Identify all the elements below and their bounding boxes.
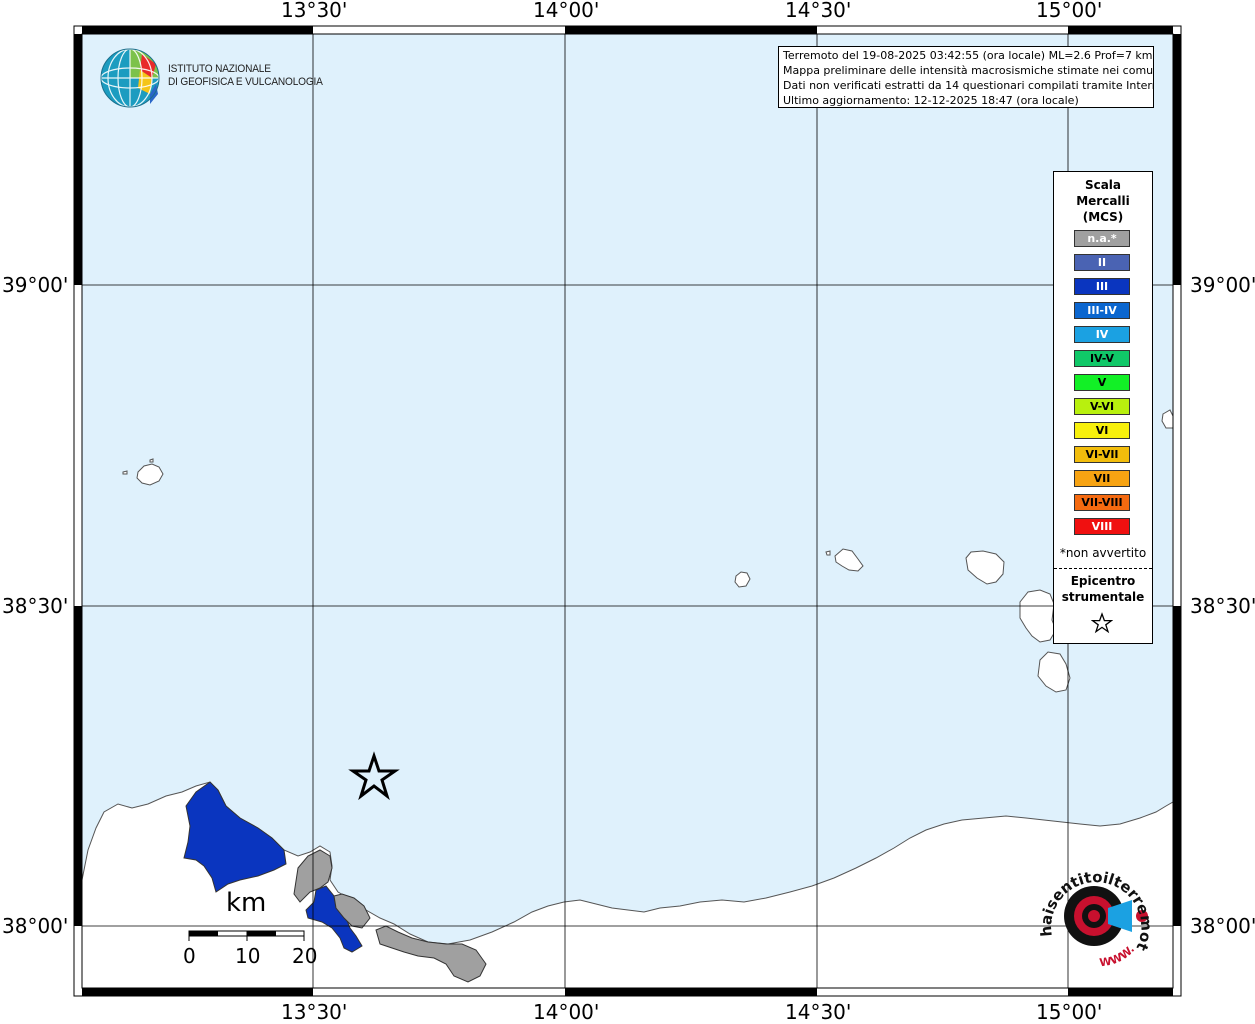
legend-epicenter-line1: Epicentro bbox=[1070, 574, 1136, 588]
legend-item-v-vi: V-VI bbox=[1074, 398, 1130, 415]
info-line-4: Ultimo aggiornamento: 12-12-2025 18:47 (… bbox=[783, 94, 1079, 107]
legend-divider bbox=[1054, 568, 1152, 569]
islet-west bbox=[122, 470, 128, 475]
legend-item-v: V bbox=[1074, 374, 1130, 391]
legend-title: Scala Mercalli (MCS) bbox=[1054, 177, 1152, 225]
legend-item-vi: VI bbox=[1074, 422, 1130, 439]
legend-item-vi-vii: VI-VII bbox=[1074, 446, 1130, 463]
lon-label-bottom-3: 14°30' bbox=[785, 1000, 852, 1024]
ingv-name-line2: DI GEOFISICA E VULCANOLOGIA bbox=[168, 76, 323, 88]
lon-label-top-4: 15°00' bbox=[1036, 0, 1103, 22]
ingv-name-line1: ISTITUTO NAZIONALE bbox=[168, 63, 271, 75]
ingv-globe-icon bbox=[100, 48, 160, 108]
legend-item-vii-viii: VII-VIII bbox=[1074, 494, 1130, 511]
ingv-name: ISTITUTO NAZIONALE DI GEOFISICA E VULCAN… bbox=[168, 63, 323, 89]
lon-label-bottom-2: 14°00' bbox=[533, 1000, 600, 1024]
legend-item-vii: VII bbox=[1074, 470, 1130, 487]
lat-label-left-3: 38°00' bbox=[2, 914, 69, 938]
legend-title-line3: (MCS) bbox=[1082, 210, 1124, 224]
legend-item-iv: IV bbox=[1074, 326, 1130, 343]
legend-item-iii-iv: III-IV bbox=[1074, 302, 1130, 319]
scale-bar-tick-10: 10 bbox=[235, 944, 261, 968]
lon-label-top-1: 13°30' bbox=[281, 0, 348, 22]
legend-item-n-a: n.a.* bbox=[1074, 230, 1130, 247]
islet-ustica-top bbox=[149, 458, 154, 463]
legend-item-iii: III bbox=[1074, 278, 1130, 295]
legend-title-line1: Scala bbox=[1084, 178, 1122, 192]
hsit-logo-graphic: haisentitoilterremoto.it WWW. bbox=[1027, 852, 1156, 970]
lat-label-right-3: 38°00' bbox=[1190, 914, 1255, 938]
lon-label-bottom-4: 15°00' bbox=[1036, 1000, 1103, 1024]
legend-item-ii: II bbox=[1074, 254, 1130, 271]
ingv-logo bbox=[100, 48, 162, 114]
legend-star-icon bbox=[1091, 612, 1113, 634]
legend-na-note: *non avvertito bbox=[1059, 546, 1147, 560]
lat-label-right-1: 39°00' bbox=[1190, 273, 1255, 297]
info-line-1: Terremoto del 19-08-2025 03:42:55 (ora l… bbox=[783, 49, 1153, 62]
lat-label-right-2: 38°30' bbox=[1190, 594, 1255, 618]
scale-bar-tick-20: 20 bbox=[292, 944, 318, 968]
lat-label-left-2: 38°30' bbox=[2, 594, 69, 618]
legend-item-viii: VIII bbox=[1074, 518, 1130, 535]
svg-text:WWW.: WWW. bbox=[1099, 943, 1137, 970]
legend-item-iv-v: IV-V bbox=[1074, 350, 1130, 367]
hsit-www: WWW. bbox=[1099, 943, 1137, 970]
lat-label-left-1: 39°00' bbox=[2, 273, 69, 297]
legend-epicenter-title: Epicentro strumentale bbox=[1054, 573, 1152, 605]
lon-label-top-3: 14°30' bbox=[785, 0, 852, 22]
intensity-legend: Scala Mercalli (MCS) n.a.* II III III-IV IV I… bbox=[1053, 171, 1153, 644]
scale-bar-unit: km bbox=[226, 888, 267, 918]
hsit-logo: haisentitoilterremoto.it WWW. bbox=[1027, 852, 1156, 980]
info-line-3: Dati non verificati estratti da 14 quest… bbox=[783, 79, 1154, 92]
legend-epicenter-line2: strumentale bbox=[1061, 590, 1145, 604]
lon-label-bottom-1: 13°30' bbox=[281, 1000, 348, 1024]
islet-filicudi bbox=[825, 550, 831, 556]
lon-label-top-2: 14°00' bbox=[533, 0, 600, 22]
legend-title-line2: Mercalli bbox=[1076, 194, 1130, 208]
info-line-2: Mappa preliminare delle intensità macros… bbox=[783, 64, 1154, 77]
event-info-box: Terremoto del 19-08-2025 03:42:55 (ora l… bbox=[778, 46, 1154, 108]
scale-bar-tick-0: 0 bbox=[183, 944, 196, 968]
